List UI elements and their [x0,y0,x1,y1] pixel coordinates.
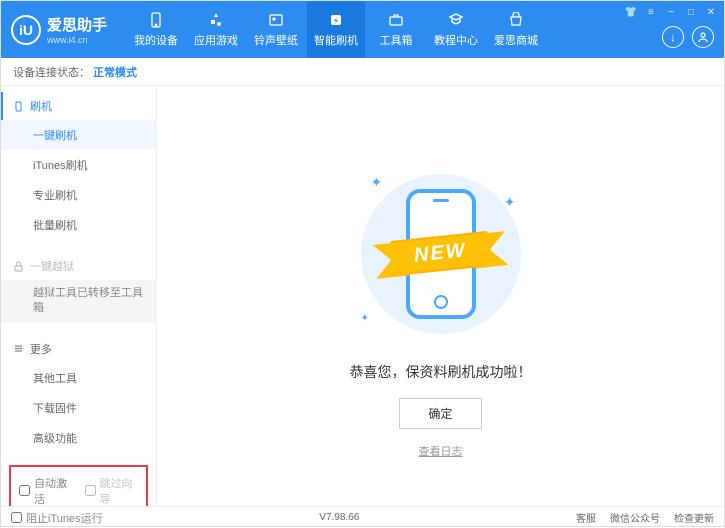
logo-icon: iU [11,15,41,45]
block-itunes-input[interactable] [11,512,22,523]
brand-url: www.i4.cn [47,35,107,45]
toolbox-icon [387,11,405,29]
nav-tutorials[interactable]: 教程中心 [427,1,485,58]
menu-icon[interactable]: ≡ [644,5,658,19]
sidebar-item-oneclick-flash[interactable]: 一键刷机 [1,120,156,150]
store-icon [507,11,525,29]
sidebar-item-batch-flash[interactable]: 批量刷机 [1,210,156,240]
skip-wizard-checkbox[interactable]: 跳过向导 [85,475,139,506]
minimize-icon[interactable]: − [664,5,678,19]
auto-activate-checkbox[interactable]: 自动激活 [19,475,73,506]
footer-link-wechat[interactable]: 微信公众号 [610,510,660,525]
sidebar-item-download-firmware[interactable]: 下载固件 [1,393,156,423]
sidebar-item-itunes-flash[interactable]: iTunes刷机 [1,150,156,180]
sidebar-section-more[interactable]: 更多 [1,335,156,363]
footer: 阻止iTunes运行 V7.98.66 客服 微信公众号 检查更新 [1,506,724,528]
header-right-actions: ↓ [662,26,714,48]
success-message: 恭喜您，保资料刷机成功啦！ [350,362,532,382]
close-icon[interactable]: ✕ [704,5,718,19]
logo: iU 爱思助手 www.i4.cn [11,14,107,45]
sidebar-item-other-tools[interactable]: 其他工具 [1,363,156,393]
sidebar: 刷机 一键刷机 iTunes刷机 专业刷机 批量刷机 一键越狱 越狱工具已转移至… [1,86,157,506]
body: 刷机 一键刷机 iTunes刷机 专业刷机 批量刷机 一键越狱 越狱工具已转移至… [1,86,724,506]
nav-smart-flash[interactable]: 智能刷机 [307,1,365,58]
sidebar-item-pro-flash[interactable]: 专业刷机 [1,180,156,210]
sidebar-item-advanced[interactable]: 高级功能 [1,423,156,453]
download-button[interactable]: ↓ [662,26,684,48]
main-content: ✦ ✦ ✦ NEW 恭喜您，保资料刷机成功啦！ 确定 查看日志 [157,86,724,506]
nav-apps-games[interactable]: 应用游戏 [187,1,245,58]
nav-ringtones[interactable]: 铃声壁纸 [247,1,305,58]
skip-wizard-input[interactable] [85,485,96,496]
success-illustration: ✦ ✦ ✦ NEW [351,164,531,344]
status-label: 设备连接状态： [13,64,90,80]
auto-activate-input[interactable] [19,485,30,496]
ok-button[interactable]: 确定 [399,398,481,429]
status-value: 正常模式 [93,64,137,80]
nav-toolbox[interactable]: 工具箱 [367,1,425,58]
apps-icon [207,11,225,29]
footer-link-update[interactable]: 检查更新 [674,510,714,525]
options-highlight-box: 自动激活 跳过向导 [9,465,148,506]
image-icon [267,11,285,29]
sidebar-jailbreak-note: 越狱工具已转移至工具箱 [1,280,156,323]
maximize-icon[interactable]: □ [684,5,698,19]
status-bar: 设备连接状态： 正常模式 [1,58,724,86]
nav-my-device[interactable]: 我的设备 [127,1,185,58]
tutorial-icon [447,11,465,29]
footer-link-support[interactable]: 客服 [576,510,596,525]
phone-icon [147,11,165,29]
version-label: V7.98.66 [319,512,359,523]
nav-store[interactable]: 爱思商城 [487,1,545,58]
flash-icon [327,11,345,29]
sidebar-section-flash[interactable]: 刷机 [1,92,156,120]
skin-icon[interactable]: 👕 [624,5,638,19]
brand-name: 爱思助手 [47,14,107,35]
view-log-link[interactable]: 查看日志 [419,443,463,459]
window-controls: 👕 ≡ − □ ✕ [624,5,718,19]
main-nav: 我的设备 应用游戏 铃声壁纸 智能刷机 工具箱 教程中心 爱思商城 [127,1,545,58]
sidebar-section-jailbreak[interactable]: 一键越狱 [1,252,156,280]
user-button[interactable] [692,26,714,48]
app-header: iU 爱思助手 www.i4.cn 我的设备 应用游戏 铃声壁纸 智能刷机 工具… [1,1,724,58]
block-itunes-checkbox[interactable]: 阻止iTunes运行 [11,510,103,526]
